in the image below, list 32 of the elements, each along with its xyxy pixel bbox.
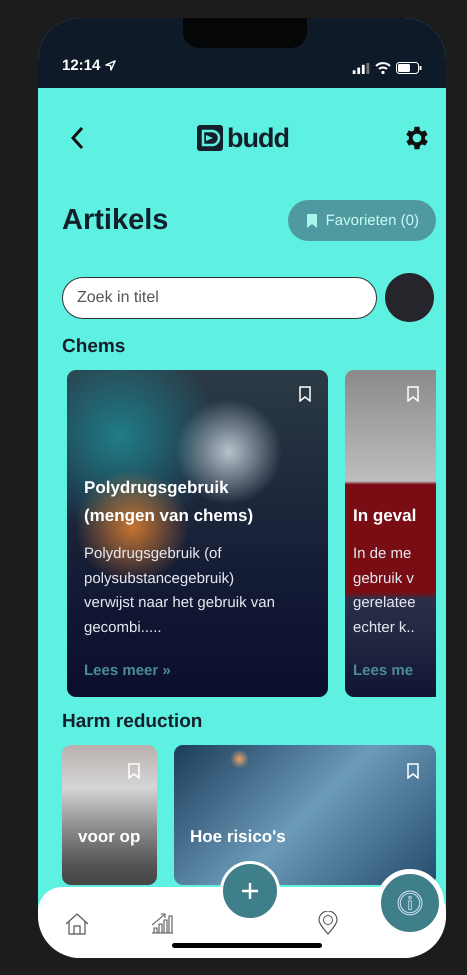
article-card[interactable]: In geval In de me gebruik v gerelatee echter k.. Lees me bbox=[345, 370, 436, 697]
location-arrow-icon bbox=[105, 60, 116, 71]
location-pin-icon[interactable] bbox=[318, 911, 338, 935]
home-icon[interactable] bbox=[65, 912, 89, 936]
plus-icon bbox=[240, 881, 260, 901]
article-card[interactable]: Hoe risico's bbox=[174, 745, 436, 885]
status-time: 12:14 bbox=[62, 57, 100, 74]
page-title: Artikels bbox=[62, 204, 168, 237]
bookmark-icon[interactable] bbox=[299, 386, 311, 402]
article-title: voor op bbox=[78, 826, 142, 848]
back-icon[interactable] bbox=[70, 126, 84, 150]
article-card[interactable]: voor op bbox=[62, 745, 157, 885]
read-more-link[interactable]: Lees me bbox=[353, 662, 432, 679]
battery-icon bbox=[396, 62, 422, 74]
search-field[interactable]: Zoek in titel bbox=[62, 276, 377, 318]
wifi-icon bbox=[375, 62, 391, 74]
article-title: In geval bbox=[353, 505, 418, 527]
section-heading: Chems bbox=[62, 336, 126, 358]
article-title: Hoe risico's bbox=[190, 826, 287, 848]
bookmark-icon bbox=[306, 212, 318, 228]
logo-text: budd bbox=[227, 122, 289, 154]
logo-icon bbox=[197, 125, 223, 151]
avatar[interactable] bbox=[385, 273, 434, 322]
article-excerpt: Polydrugsgebruik (of polysubstancegebruik) verwijst naar het gebruik van gecombi..... bbox=[84, 544, 276, 638]
article-title: Polydrugsgebruik (mengen van chems) bbox=[84, 477, 254, 527]
favorites-button[interactable]: Favorieten (0) bbox=[288, 200, 436, 241]
article-excerpt: In de me gebruik v gerelatee echter k.. bbox=[353, 544, 417, 638]
signal-icon bbox=[352, 62, 370, 74]
info-icon bbox=[397, 890, 423, 916]
article-card[interactable]: Polydrugsgebruik (mengen van chems) Polydrugsgebruik (of polysubstancegebruik) verwijst naar het gebruik van gecombi..... Lees meer » bbox=[67, 370, 328, 697]
read-more-link[interactable]: Lees meer » bbox=[84, 662, 288, 679]
section-heading: Harm reduction bbox=[62, 711, 204, 733]
